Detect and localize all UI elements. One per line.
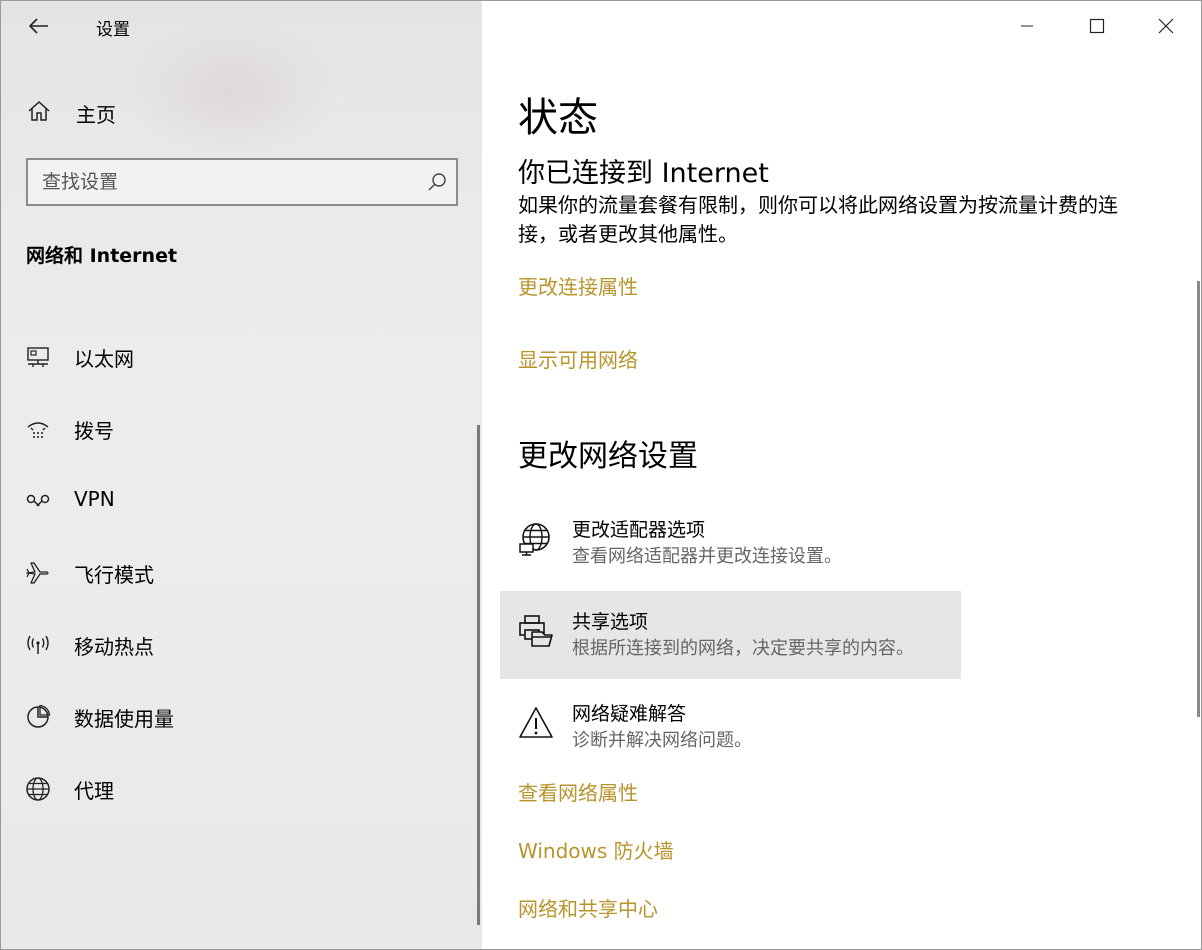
sidebar-item-label: 代理 (74, 779, 114, 803)
sidebar-item-label: 飞行模式 (74, 563, 154, 587)
main-scrollbar[interactable] (1197, 281, 1200, 717)
sidebar-item-home[interactable]: 主页 (1, 87, 482, 135)
network-troubleshooter[interactable]: 网络疑难解答 诊断并解决网络问题。 (500, 683, 961, 771)
ethernet-icon (27, 347, 49, 367)
minimize-button[interactable] (993, 1, 1061, 51)
search-input[interactable] (42, 169, 412, 195)
close-icon (1158, 18, 1174, 34)
globe-icon (26, 777, 50, 801)
sidebar-item-proxy[interactable]: 代理 (1, 763, 479, 815)
back-button[interactable] (21, 9, 57, 43)
airplane-icon (26, 562, 49, 584)
sidebar-scrollbar[interactable] (477, 425, 480, 925)
sidebar-item-airplane-mode[interactable]: 飞行模式 (1, 547, 479, 599)
view-network-properties-link[interactable]: 查看网络属性 (518, 777, 638, 806)
sidebar-item-label: 主页 (76, 103, 116, 127)
hotspot-icon (27, 635, 49, 654)
option-title: 共享选项 (572, 611, 649, 633)
sidebar-item-label: 移动热点 (74, 635, 154, 659)
search-icon[interactable] (426, 171, 448, 193)
data-usage-icon (27, 704, 51, 728)
dialup-icon (27, 422, 49, 438)
option-desc: 查看网络适配器并更改连接设置。 (572, 546, 842, 567)
app-title: 设置 (96, 20, 130, 40)
sidebar-item-label: 数据使用量 (74, 707, 174, 731)
option-desc: 根据所连接到的网络，决定要共享的内容。 (572, 638, 914, 659)
back-arrow-icon (29, 18, 48, 34)
option-title: 更改适配器选项 (572, 519, 706, 541)
main-content: 状态 你已连接到 Internet 如果你的流量套餐有限制，则你可以将此网络设置… (482, 1, 1201, 949)
home-icon (28, 100, 50, 121)
sidebar-item-dialup[interactable]: 拨号 (1, 403, 479, 455)
settings-window: 设置 主页 网络和 Internet 以太网 (0, 0, 1202, 950)
change-adapter-options[interactable]: 更改适配器选项 查看网络适配器并更改连接设置。 (500, 499, 961, 587)
vpn-icon (26, 494, 50, 507)
sidebar-item-vpn[interactable]: VPN (1, 475, 479, 527)
network-sharing-center-link[interactable]: 网络和共享中心 (518, 893, 658, 922)
show-available-networks-link[interactable]: 显示可用网络 (518, 344, 638, 373)
section-title: 网络和 Internet (26, 245, 178, 267)
sidebar-item-ethernet[interactable]: 以太网 (1, 331, 479, 383)
sharing-options[interactable]: 共享选项 根据所连接到的网络，决定要共享的内容。 (500, 591, 961, 679)
sidebar-item-data-usage[interactable]: 数据使用量 (1, 691, 479, 743)
option-desc: 诊断并解决网络问题。 (572, 730, 752, 751)
warning-icon (519, 707, 553, 738)
sidebar-item-mobile-hotspot[interactable]: 移动热点 (1, 619, 479, 671)
sharing-printer-icon (519, 615, 553, 647)
close-button[interactable] (1132, 1, 1200, 51)
sidebar-item-label: VPN (74, 487, 115, 511)
windows-firewall-link[interactable]: Windows 防火墙 (518, 835, 674, 864)
sidebar-item-label: 拨号 (74, 419, 114, 443)
change-connection-properties-link[interactable]: 更改连接属性 (518, 271, 638, 300)
connection-status-desc: 如果你的流量套餐有限制，则你可以将此网络设置为按流量计费的连接，或者更改其他属性… (518, 193, 1118, 246)
sidebar-item-label: 以太网 (74, 347, 134, 371)
page-title: 状态 (518, 95, 598, 141)
sidebar: 设置 主页 网络和 Internet 以太网 (1, 1, 482, 949)
adapter-globe-icon (519, 523, 550, 556)
minimize-icon (1021, 25, 1033, 27)
option-title: 网络疑难解答 (572, 703, 687, 725)
connection-status-title: 你已连接到 Internet (518, 158, 769, 189)
maximize-icon (1089, 18, 1105, 34)
maximize-button[interactable] (1063, 1, 1131, 51)
change-network-settings-title: 更改网络设置 (518, 439, 698, 474)
search-box[interactable] (26, 158, 458, 206)
